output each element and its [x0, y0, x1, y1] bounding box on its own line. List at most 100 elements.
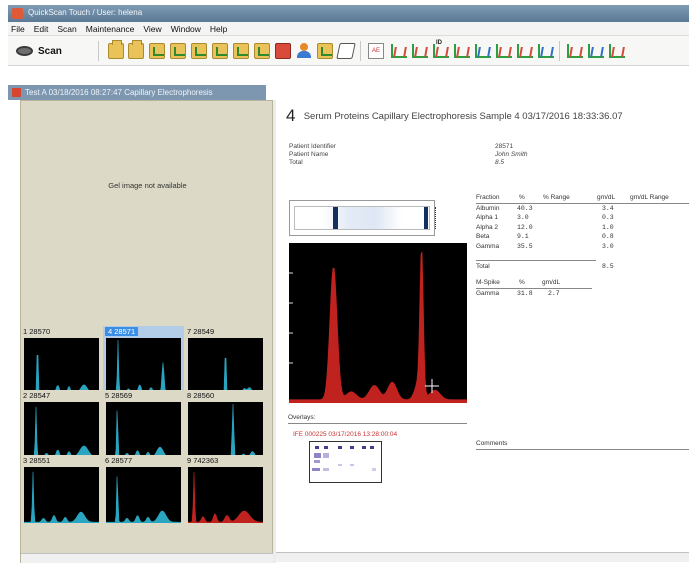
- peak-icon[interactable]: [453, 43, 470, 59]
- ife-entry[interactable]: IFE 000225 03/17/2016 13:28:00:04: [293, 431, 397, 438]
- scan-button[interactable]: Scan: [16, 43, 62, 59]
- report-icon[interactable]: [191, 43, 207, 59]
- mspike-header-gmdl: gm/dL: [542, 279, 561, 286]
- patient-name-value: John Smith: [495, 151, 528, 158]
- total-value: 8.5: [495, 159, 505, 166]
- export-icon[interactable]: [254, 43, 270, 59]
- peak-icon[interactable]: [587, 43, 604, 59]
- sample-thumbnail[interactable]: 1 28570: [21, 326, 102, 396]
- menu-edit[interactable]: Edit: [34, 24, 49, 34]
- peak-icon[interactable]: [411, 43, 428, 59]
- peak-id-icon[interactable]: ID: [432, 40, 449, 59]
- toolbar-separator: [360, 41, 361, 61]
- sample-thumbnail-label: 3 28551: [23, 456, 51, 465]
- sample-thumbnail-plot: [24, 467, 99, 523]
- report-title: Serum Proteins Capillary Electrophoresis…: [303, 111, 623, 122]
- menu-view[interactable]: View: [143, 24, 161, 34]
- thumbnail-trace: [24, 471, 99, 523]
- thumbnail-trace: [188, 357, 263, 394]
- mspike-header-percent: %: [519, 279, 525, 286]
- peak-icon[interactable]: [474, 43, 491, 59]
- sample-thumbnail-label: 1 28570: [23, 327, 51, 336]
- edit-patient-icon[interactable]: [170, 43, 186, 59]
- fraction-name: Albumin: [476, 205, 500, 212]
- gel-panel: Gel image not available 1 28570 4 28571 7 …: [20, 100, 274, 563]
- reject-icon[interactable]: [275, 43, 291, 59]
- thumbnail-trace: [106, 339, 181, 394]
- peak-icon[interactable]: [390, 43, 407, 59]
- col-header-gmdl-range: gm/dL Range: [630, 194, 669, 201]
- sample-thumbnail-plot: [188, 467, 263, 523]
- fraction-percent: 12.0: [517, 223, 533, 231]
- thumbnail-trace-svg: [24, 471, 99, 523]
- window-title: QuickScan Touch / User: helena: [28, 8, 143, 17]
- menu-window[interactable]: Window: [171, 24, 201, 34]
- sample-thumbnail[interactable]: 3 28551: [21, 455, 102, 525]
- total-row-label: Total: [476, 263, 490, 270]
- sample-thumbnail[interactable]: 7 28549: [185, 326, 266, 396]
- col-header-percent: %: [519, 194, 525, 201]
- peak-icon[interactable]: [537, 43, 554, 59]
- toolbar-separator: [559, 41, 560, 61]
- monitor-icon[interactable]: [317, 43, 333, 59]
- sample-thumbnail-label: 7 28549: [187, 327, 215, 336]
- sample-thumbnail[interactable]: 6 28577: [103, 455, 184, 525]
- table-rule: [476, 203, 689, 204]
- peak-icon[interactable]: [566, 43, 583, 59]
- document-window: Test A 03/18/2016 08:27:47 Capillary Ele…: [8, 66, 689, 563]
- electropherogram-plot[interactable]: [288, 243, 468, 404]
- toolbar: Scan AE ID: [8, 36, 689, 66]
- folder-icon[interactable]: [128, 40, 144, 59]
- user-icon[interactable]: [296, 43, 312, 59]
- horizontal-scrollbar[interactable]: [21, 553, 274, 563]
- menu-maintenance[interactable]: Maintenance: [86, 24, 135, 34]
- peak-icon[interactable]: [516, 43, 533, 59]
- menu-scan[interactable]: Scan: [57, 24, 76, 34]
- electropherogram-svg: [288, 251, 468, 404]
- overlays-rule: [288, 423, 467, 424]
- menu-file[interactable]: File: [11, 24, 25, 34]
- mspike-row-name: Gamma: [476, 290, 500, 297]
- sample-thumbnail[interactable]: 9 742363: [185, 455, 266, 525]
- sample-thumbnail[interactable]: 4 28571: [103, 326, 184, 396]
- fraction-name: Alpha 1: [476, 214, 499, 222]
- sample-thumbnail-label: 4 28571: [105, 327, 139, 336]
- fraction-gmdl: 1.0: [602, 223, 614, 231]
- sample-thumbnail-plot: [188, 338, 263, 394]
- thumbnail-trace: [24, 355, 99, 394]
- ife-gel-thumbnail[interactable]: [309, 441, 382, 483]
- horizontal-scrollbar[interactable]: [276, 552, 689, 562]
- print-icon[interactable]: [336, 43, 356, 59]
- thumbnail-trace-svg: [24, 355, 99, 394]
- sample-thumbnail[interactable]: 2 28547: [21, 390, 102, 460]
- col-header-fraction: Fraction: [476, 194, 500, 201]
- thumbnail-trace: [106, 410, 181, 458]
- sample-thumbnail-label: 5 28569: [105, 391, 133, 400]
- col-header-percent-range: % Range: [543, 194, 570, 201]
- patient-list-icon[interactable]: [149, 43, 165, 59]
- mspike-row-percent: 31.8: [517, 290, 533, 297]
- strip-marker: [435, 207, 436, 229]
- ife-gel-svg: [312, 446, 376, 471]
- thumbnail-trace-svg: [188, 403, 263, 458]
- sample-thumbnail[interactable]: 5 28569: [103, 390, 184, 460]
- menu-help[interactable]: Help: [210, 24, 227, 34]
- fraction-gmdl: 0.3: [602, 214, 614, 222]
- fraction-name: Beta: [476, 233, 490, 241]
- fraction-percent: 35.5: [517, 242, 533, 250]
- fraction-gmdl: 3.4: [602, 205, 614, 212]
- scale-icon[interactable]: AE: [368, 43, 384, 59]
- report-icon[interactable]: [233, 43, 249, 59]
- report-icon[interactable]: [212, 43, 228, 59]
- open-folder-icon[interactable]: [108, 40, 124, 59]
- fraction-percent: 40.3: [517, 205, 533, 212]
- peak-icon[interactable]: [608, 43, 625, 59]
- sample-thumbnail-plot: [106, 467, 181, 523]
- peak-icon[interactable]: [495, 43, 512, 59]
- thumbnail-trace-svg: [106, 410, 181, 458]
- sample-number: 4: [286, 106, 296, 125]
- ife-entry-text: IFE 000225 03/17/2016 13:28:00:04: [293, 431, 398, 438]
- report-panel: 4 Serum Proteins Capillary Electrophores…: [276, 100, 689, 563]
- sample-thumbnail[interactable]: 8 28560: [185, 390, 266, 460]
- table-rule: [476, 288, 592, 289]
